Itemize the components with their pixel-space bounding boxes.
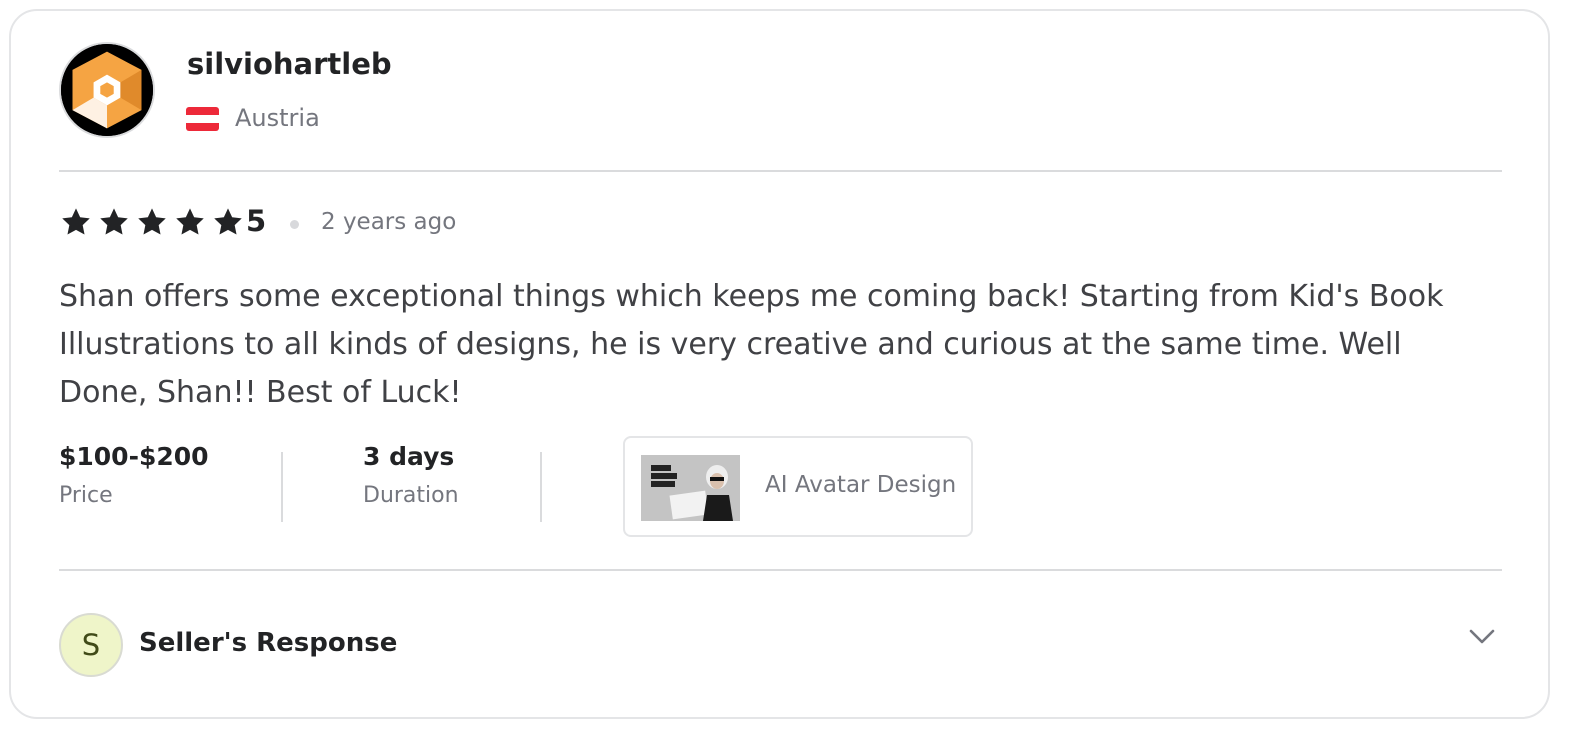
star-icon — [176, 208, 204, 235]
separator-dot — [290, 220, 299, 229]
reviewer-avatar[interactable] — [59, 42, 155, 138]
review-text: Shan offers some exceptional things whic… — [59, 279, 1444, 410]
star-icon — [214, 208, 242, 235]
gig-title[interactable]: AI Avatar Design — [765, 472, 956, 498]
gig-thumbnail-image — [641, 455, 740, 521]
price-value: $100-$200 — [59, 442, 209, 471]
review-card: silviohartleb Austria 5 2 years ago Shan… — [9, 9, 1550, 719]
star-icon — [138, 208, 166, 235]
meta-divider — [281, 452, 283, 522]
seller-response-title[interactable]: Seller's Response — [139, 628, 397, 658]
star-icon — [62, 208, 90, 235]
header-divider — [59, 170, 1502, 172]
chevron-down-icon[interactable] — [1466, 625, 1498, 649]
meta-divider — [540, 452, 542, 522]
review-time: 2 years ago — [321, 209, 457, 235]
reviewer-country: Austria — [235, 104, 320, 132]
section-divider — [59, 569, 1502, 571]
rating-value: 5 — [246, 204, 267, 238]
austria-flag-icon — [186, 107, 219, 131]
orange-hexagon-logo-icon — [61, 44, 153, 136]
gig-thumbnail — [641, 455, 740, 521]
star-icon — [100, 208, 128, 235]
gig-link-card[interactable]: AI Avatar Design — [623, 436, 973, 537]
duration-value: 3 days — [363, 442, 455, 471]
seller-avatar: S — [59, 613, 123, 677]
price-label: Price — [59, 483, 113, 508]
reviewer-username[interactable]: silviohartleb — [187, 47, 392, 81]
duration-label: Duration — [363, 483, 459, 508]
star-rating — [59, 206, 245, 238]
